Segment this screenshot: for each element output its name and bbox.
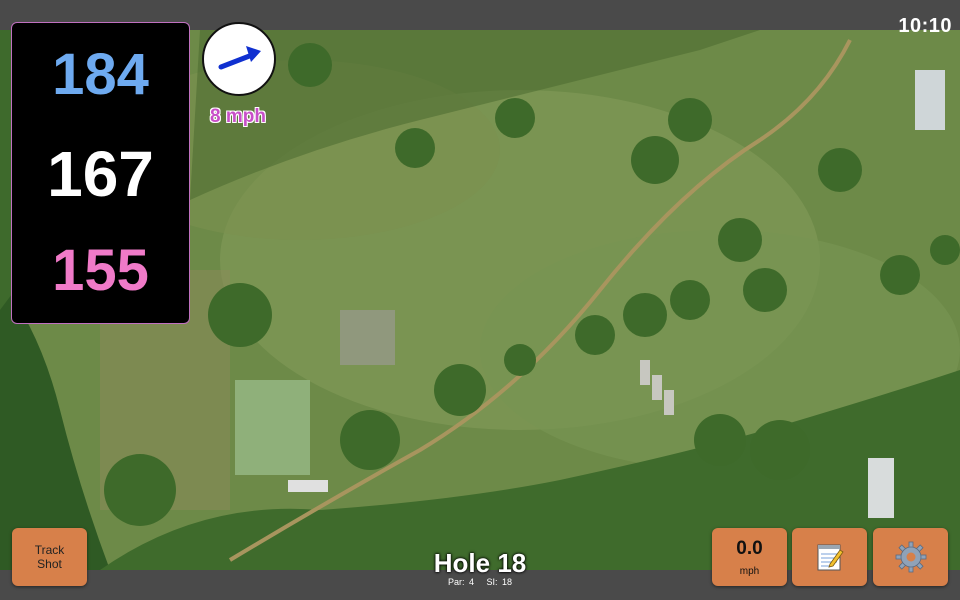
hole-stroke-index: SI: 18 bbox=[486, 577, 513, 587]
status-clock: 10:10 bbox=[898, 15, 952, 37]
hole-par: Par: 4 bbox=[447, 577, 474, 587]
settings-button[interactable] bbox=[873, 528, 948, 586]
track-shot-label-line2: Shot bbox=[37, 557, 62, 571]
hole-title: Hole 18 bbox=[433, 548, 527, 578]
distance-back: 184 bbox=[52, 42, 149, 107]
gear-icon bbox=[895, 541, 926, 573]
notepad-icon bbox=[817, 544, 844, 571]
track-shot-label-line1: Track bbox=[34, 543, 65, 557]
distance-middle: 167 bbox=[47, 138, 154, 210]
wind-speed-label: 8 mph bbox=[210, 106, 266, 127]
wind-direction-arrow-icon bbox=[218, 46, 261, 70]
distance-front: 155 bbox=[52, 238, 149, 303]
distance-panel: 184 167 155 bbox=[11, 22, 190, 324]
speed-unit: mph bbox=[739, 565, 760, 577]
speed-button[interactable]: 0.0 mph bbox=[712, 528, 787, 586]
speed-value: 0.0 bbox=[736, 537, 763, 559]
wind-indicator bbox=[202, 22, 276, 96]
notes-button[interactable] bbox=[792, 528, 867, 586]
track-shot-button[interactable]: Track Shot bbox=[12, 528, 87, 586]
hole-info: Par: 4 SI: 18 bbox=[380, 577, 580, 587]
